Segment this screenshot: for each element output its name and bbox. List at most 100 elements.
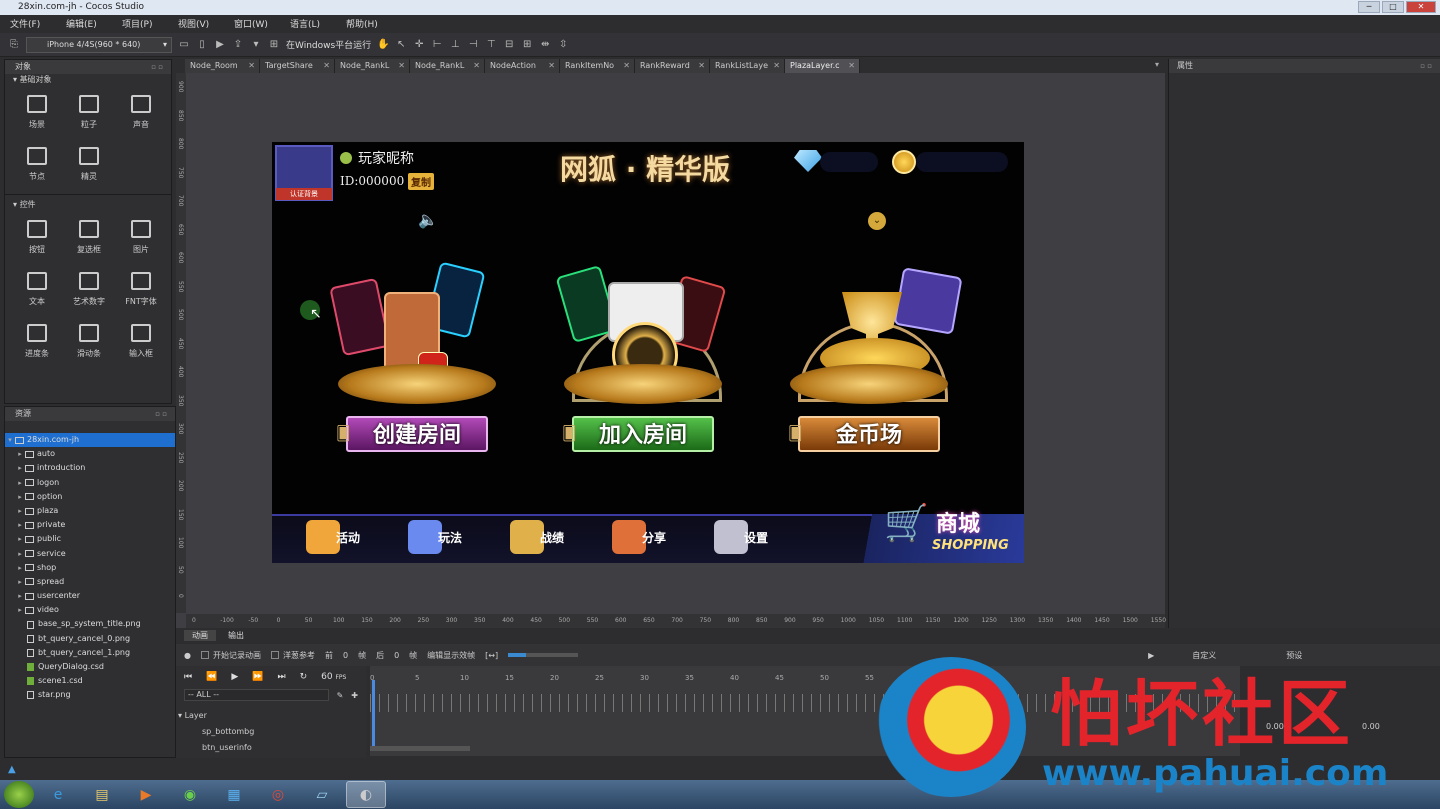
folder-item[interactable]: ▸ shop <box>5 561 175 575</box>
file-item[interactable]: bt_query_cancel_0.png <box>5 632 175 646</box>
tab-close-icon[interactable]: ✕ <box>248 59 255 73</box>
portrait-icon[interactable]: ▯ <box>196 39 208 51</box>
expand-icon[interactable]: ▸ <box>15 476 25 490</box>
tab-close-icon[interactable]: ✕ <box>623 59 630 73</box>
tab-animation[interactable]: 动画 <box>184 629 216 641</box>
document-tab[interactable]: RankItemNo ✕ <box>560 59 635 73</box>
hand-tool-icon[interactable]: ✋ <box>377 39 389 51</box>
object-item[interactable]: FNT字体 <box>115 263 167 315</box>
cocos-studio-icon[interactable]: ◐ <box>346 781 386 808</box>
object-item[interactable]: 进度条 <box>11 315 63 367</box>
first-frame-icon[interactable]: ⏮ <box>184 672 192 682</box>
menu-window[interactable]: 窗口(W) <box>234 17 290 30</box>
media-player-icon[interactable]: ▶ <box>126 781 166 808</box>
folder-item[interactable]: ▸ spread <box>5 575 175 589</box>
layer-item[interactable]: sp_bottombg <box>178 724 366 740</box>
expand-icon[interactable]: ▸ <box>15 603 25 617</box>
align-middle-icon[interactable]: ⊟ <box>503 39 515 51</box>
tab-output[interactable]: 输出 <box>228 630 244 641</box>
object-item[interactable]: 复选框 <box>63 211 115 263</box>
run-platform-select[interactable]: 在Windows平台运行 <box>286 38 371 51</box>
object-item[interactable]: 艺术数字 <box>63 263 115 315</box>
object-item[interactable]: 粒子 <box>63 86 115 138</box>
object-item[interactable]: 节点 <box>11 138 63 190</box>
landscape-icon[interactable]: ▭ <box>178 39 190 51</box>
minimize-button[interactable]: ─ <box>1358 1 1380 13</box>
expand-icon[interactable]: ▸ <box>15 518 25 532</box>
file-item[interactable]: scene1.csd <box>5 674 175 688</box>
join-room-button[interactable]: 加入房间 <box>572 416 714 452</box>
select-tool-icon[interactable]: ↖ <box>395 39 407 51</box>
object-item[interactable]: 输入框 <box>115 315 167 367</box>
document-tab[interactable]: RankListLaye ✕ <box>710 59 785 73</box>
file-item[interactable]: QueryDialog.csd <box>5 660 175 674</box>
play-icon[interactable]: ▶ <box>214 39 226 51</box>
align-right-icon[interactable]: ⊣ <box>467 39 479 51</box>
layer-item[interactable]: btn_userinfo <box>178 740 366 756</box>
expand-down-icon[interactable]: ⌄ <box>868 212 886 230</box>
document-tab[interactable]: Node_Room ✕ <box>185 59 260 73</box>
align-bottom-icon[interactable]: ⊞ <box>521 39 533 51</box>
folder-item[interactable]: ▸ public <box>5 532 175 546</box>
controls-header[interactable]: ▾ 控件 <box>5 199 171 211</box>
record-icon[interactable]: ● <box>184 651 191 660</box>
fit-icon[interactable]: [↔] <box>485 651 498 660</box>
onion-back-field[interactable]: 0 <box>394 651 399 660</box>
nav-star-medal-button[interactable]: 战绩 <box>510 504 564 554</box>
folder-item[interactable]: ▸ private <box>5 518 175 532</box>
edit-icon[interactable]: ✎ <box>337 691 344 700</box>
align-top-icon[interactable]: ⊤ <box>485 39 497 51</box>
expand-icon[interactable]: ▸ <box>15 504 25 518</box>
onion-toggle[interactable]: 洋葱参考 <box>270 650 315 661</box>
object-item[interactable]: 精灵 <box>63 138 115 190</box>
chrome-icon[interactable]: ◎ <box>258 781 298 808</box>
next-frame-icon[interactable]: ⏩ <box>252 672 263 682</box>
last-frame-icon[interactable]: ⏭ <box>277 672 285 682</box>
tab-close-icon[interactable]: ✕ <box>323 59 330 73</box>
basic-objects-header[interactable]: ▾ 基础对象 <box>5 74 171 86</box>
file-item[interactable]: star.png <box>5 688 175 702</box>
folder-item[interactable]: ▸ option <box>5 490 175 504</box>
zoom-slider[interactable] <box>508 653 579 657</box>
nav-gift-button[interactable]: 活动 <box>306 504 360 554</box>
object-item[interactable]: 按钮 <box>11 211 63 263</box>
document-tab[interactable]: RankReward ✕ <box>635 59 710 73</box>
distribute-h-icon[interactable]: ⇹ <box>539 39 551 51</box>
object-item[interactable]: 滑动条 <box>63 315 115 367</box>
tab-close-icon[interactable]: ✕ <box>698 59 705 73</box>
object-item[interactable]: 文本 <box>11 263 63 315</box>
dropdown-arrow-icon[interactable]: ▾ <box>250 39 262 51</box>
timeline-scrollbar[interactable] <box>370 746 470 751</box>
game-stage-preview[interactable]: 认证背景 玩家昵称 ID:000000 复制 🔈 网狐 · 精华版 ⌄ ↖ 创建… <box>272 142 1024 563</box>
create-room-button[interactable]: 创建房间 <box>346 416 488 452</box>
document-tab[interactable]: Node_RankL ✕ <box>410 59 485 73</box>
ie-icon[interactable]: e <box>38 781 78 808</box>
maximize-button[interactable]: □ <box>1382 1 1404 13</box>
anchor-icon[interactable]: ✛ <box>413 39 425 51</box>
object-item[interactable]: 场景 <box>11 86 63 138</box>
folder-item[interactable]: ▸ usercenter <box>5 589 175 603</box>
tab-close-icon[interactable]: ✕ <box>398 59 405 73</box>
onion-front-field[interactable]: 0 <box>343 651 348 660</box>
fps-field[interactable]: 60 FPS <box>321 672 346 682</box>
expand-icon[interactable]: ▸ <box>15 575 25 589</box>
green-app-icon[interactable]: ◉ <box>170 781 210 808</box>
document-tab[interactable]: PlazaLayer.c ✕ <box>785 59 860 73</box>
menu-help[interactable]: 帮助(H) <box>346 17 402 30</box>
close-button[interactable]: ✕ <box>1406 1 1436 13</box>
publish-icon[interactable]: ⇪ <box>232 39 244 51</box>
tab-close-icon[interactable]: ✕ <box>473 59 480 73</box>
start-button[interactable] <box>4 781 34 808</box>
tab-close-icon[interactable]: ✕ <box>848 59 855 73</box>
play-icon[interactable]: ▶ <box>231 672 238 682</box>
device-select[interactable]: iPhone 4/4S(960 * 640) <box>26 36 172 53</box>
expand-icon[interactable]: ▾ <box>5 433 15 447</box>
expand-icon[interactable]: ▸ <box>15 490 25 504</box>
add-icon[interactable]: ✚ <box>351 691 358 700</box>
expand-icon[interactable]: ▸ <box>15 547 25 561</box>
folder-item[interactable]: ▸ auto <box>5 447 175 461</box>
object-item[interactable]: 声音 <box>115 86 167 138</box>
menu-edit[interactable]: 编辑(E) <box>66 17 122 30</box>
coin-field-button[interactable]: 金币场 <box>798 416 940 452</box>
nav-gear-button[interactable]: 设置 <box>714 504 768 554</box>
